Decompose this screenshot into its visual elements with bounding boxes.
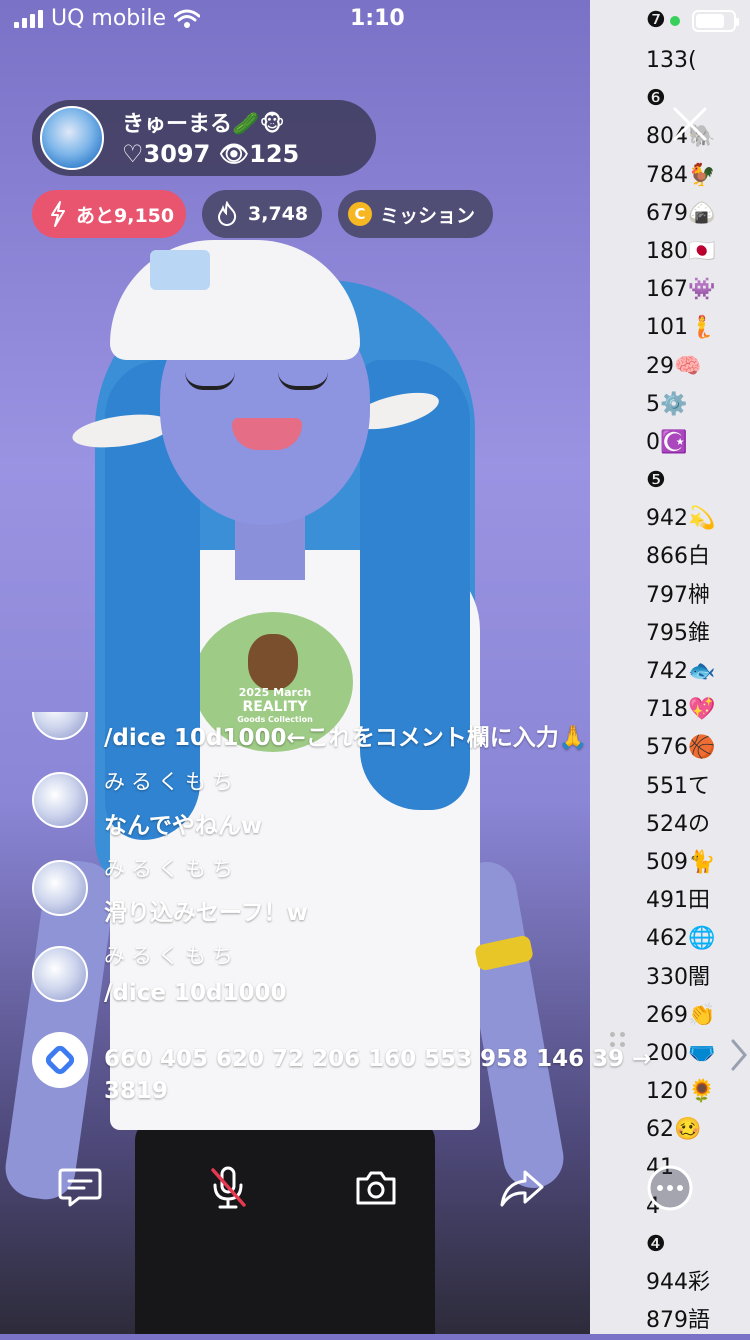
- camera-button[interactable]: [348, 1160, 404, 1216]
- drag-handle-icon[interactable]: [608, 1030, 630, 1050]
- mic-off-icon: [211, 1166, 246, 1209]
- side-list-item: 5⚙️: [646, 391, 688, 417]
- side-list-item: 576🏀: [646, 735, 716, 761]
- side-list: 133(❻ 804🐘 784🐓 679🍙 180🇯🇵 167👾 101🧜 29🧠 5⚙️ 0☪️ ❺…: [646, 42, 750, 1340]
- side-list-item: 167👾: [646, 277, 716, 303]
- side-list-item: 29🧠: [646, 353, 702, 379]
- comment-text: /dice 10d1000: [104, 980, 287, 1006]
- side-list-item: ❹: [646, 1231, 666, 1257]
- side-list-item: 0☪️: [646, 429, 688, 455]
- mic-mute-button[interactable]: [200, 1160, 256, 1216]
- status-bar: UQ mobile 1:10: [0, 0, 590, 40]
- side-list-item: 101🧜: [646, 315, 716, 341]
- side-list-item: 120🌻: [646, 1079, 716, 1105]
- comment-avatar: [32, 860, 88, 916]
- carrier-label: UQ mobile: [51, 6, 167, 31]
- side-top-number: ❼: [646, 8, 666, 33]
- comment-text: なんでやねんw: [104, 813, 263, 839]
- comment-button[interactable]: [52, 1160, 108, 1216]
- side-list-item: 795錐: [646, 620, 710, 646]
- boost-pill[interactable]: あと9,150: [32, 190, 186, 238]
- share-icon: [500, 1170, 544, 1207]
- side-list-item: 784🐓: [646, 162, 716, 188]
- streamer-card[interactable]: きゅーまる🥒🐵 ♡3097 👁125: [32, 100, 376, 176]
- mission-label: ミッション: [380, 204, 476, 227]
- avatar-legs: [135, 1120, 435, 1334]
- side-list-item: 462🌐: [646, 926, 716, 952]
- fire-icon: [217, 201, 237, 227]
- boost-label: あと9,150: [76, 204, 175, 227]
- side-list-item: 524の: [646, 811, 710, 837]
- camera-icon: [356, 1171, 396, 1205]
- clock: 1:10: [350, 6, 405, 31]
- fire-pill[interactable]: 3,748: [202, 190, 322, 238]
- bear-graphic: [248, 634, 298, 690]
- comment-text: /dice 10d1000←これをコメント欄に入力🙏: [104, 725, 588, 751]
- more-icon: [647, 1165, 693, 1211]
- streamer-stats: ♡3097 👁125: [122, 140, 300, 168]
- comment-username: みるくもち: [104, 857, 239, 881]
- comment-username: みるくもち: [104, 770, 239, 794]
- dice-result-line1: 660 405 620 72 206 160 553 958 146 39 →: [104, 1046, 652, 1072]
- battery-icon: [692, 10, 739, 32]
- signal-icon: [14, 9, 43, 28]
- cap-logo: [150, 250, 210, 290]
- comment-avatar: [32, 772, 88, 828]
- streamer-name: きゅーまる🥒🐵: [122, 112, 285, 137]
- more-button[interactable]: [642, 1160, 698, 1216]
- lightning-icon: [51, 201, 65, 227]
- side-list-item: 491田: [646, 888, 710, 914]
- mission-pill[interactable]: C ミッション: [338, 190, 493, 238]
- side-list-item: 133(: [646, 48, 697, 73]
- side-list-item: 944彩: [646, 1270, 710, 1295]
- shirt-print-line2: REALITY: [242, 699, 308, 715]
- comment-username: みるくもち: [104, 944, 239, 968]
- side-list-item: 742🐟: [646, 659, 716, 684]
- green-dot-icon: [669, 16, 680, 26]
- side-list-item: 269👏: [646, 1002, 716, 1028]
- side-list-item: 180🇯🇵: [646, 238, 716, 264]
- side-list-item: 942💫: [646, 506, 716, 532]
- share-button[interactable]: [494, 1160, 550, 1216]
- side-list-item: 718💖: [646, 697, 716, 723]
- comment-avatar: [32, 946, 88, 1002]
- side-list-item: ❺: [646, 468, 666, 494]
- dice-result-line2: 3819: [104, 1078, 169, 1104]
- chevron-right-icon[interactable]: [730, 1038, 748, 1072]
- coin-icon: C: [348, 202, 372, 226]
- side-list-item: 509🐈: [646, 849, 716, 875]
- comment-icon: [58, 1168, 102, 1207]
- close-icon[interactable]: [670, 104, 710, 144]
- fire-count: 3,748: [248, 203, 309, 225]
- side-list-item: 679🍙: [646, 200, 716, 226]
- side-list-item: 866白: [646, 544, 710, 570]
- side-panel[interactable]: ❼ 133(❻ 804🐘 784🐓 679🍙 180🇯🇵 167👾 101🧜 29🧠 5⚙️ 0☪…: [590, 0, 750, 1334]
- side-list-item: 879語: [646, 1308, 710, 1334]
- dice-bot-icon: [32, 1032, 88, 1088]
- side-list-item: 797榊: [646, 582, 710, 608]
- side-top-line: ❼: [646, 8, 680, 33]
- side-list-item: 330闇: [646, 964, 710, 990]
- wifi-icon: [174, 9, 201, 28]
- streamer-avatar[interactable]: [40, 106, 104, 170]
- shirt-print-line1: 2025 March: [238, 686, 312, 699]
- comment-text: 滑り込みセーフ！w: [104, 900, 308, 926]
- side-list-item: 551て: [646, 773, 710, 799]
- avatar-cap: [110, 240, 360, 360]
- carrier-area: UQ mobile: [14, 6, 201, 31]
- side-list-item: 62🥴: [646, 1117, 702, 1143]
